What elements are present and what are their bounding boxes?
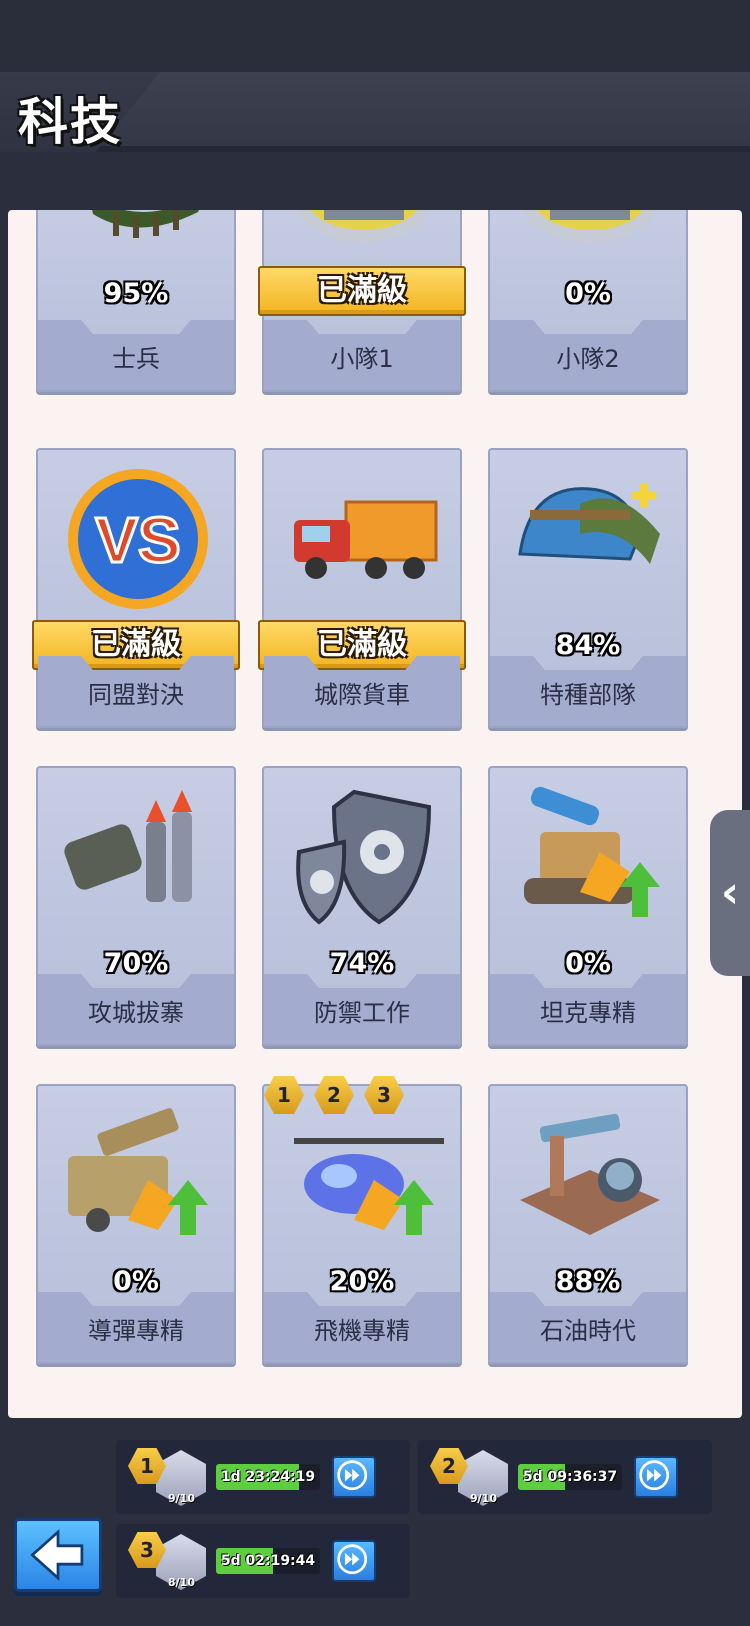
- queue-timer: 1d 23:24:19: [216, 1464, 320, 1490]
- progress-percent: 95%: [103, 278, 169, 309]
- cargo-truck-icon: [294, 500, 438, 579]
- page-title: 科技: [18, 93, 122, 151]
- card-name: 小隊2: [556, 345, 620, 373]
- back-arrow-icon: [30, 1528, 84, 1582]
- card-name: 同盟對決: [88, 681, 184, 709]
- chevron-left-icon: ‹: [720, 867, 740, 918]
- title-bar: 科技: [0, 72, 750, 152]
- vs-icon: VS: [68, 469, 208, 609]
- card-name: 攻城拔寨: [88, 999, 184, 1027]
- missiles-icon: [64, 790, 192, 902]
- speedup-button[interactable]: [634, 1456, 678, 1498]
- top-bar: [0, 0, 750, 72]
- queue-count: 9/10: [470, 1492, 497, 1505]
- queue-slot-1: 1 9/10 1d 23:24:19: [116, 1440, 410, 1514]
- tech-card-special-forces[interactable]: 84% 特種部隊: [488, 448, 688, 728]
- tech-card-aircraft-mastery[interactable]: 20% 飛機專精: [262, 1084, 462, 1364]
- card-name: 石油時代: [540, 1317, 636, 1345]
- queue-count: 8/10: [168, 1576, 195, 1589]
- queue-timer: 5d 02:19:44: [216, 1548, 320, 1574]
- timer-text: 5d 09:36:37: [522, 1469, 618, 1485]
- card-name: 特種部隊: [540, 681, 636, 709]
- card-name: 防禦工作: [314, 999, 410, 1027]
- card-name: 導彈專精: [88, 1317, 184, 1345]
- card-name: 小隊1: [330, 345, 394, 373]
- tech-card-missile-mastery[interactable]: 0% 導彈專精: [36, 1084, 236, 1364]
- queue-slot-3: 3 8/10 5d 02:19:44: [116, 1524, 410, 1598]
- svg-text:VS: VS: [95, 504, 180, 576]
- tech-panel: 95% 士兵 已滿級 小隊1 0% 小隊2 VS 已滿級 同盟對決 已滿級 城際…: [8, 210, 742, 1418]
- speedup-button[interactable]: [332, 1540, 376, 1582]
- oil-pump-icon: [520, 1113, 660, 1235]
- tech-card-truck[interactable]: 已滿級 城際貨車: [258, 448, 466, 728]
- fast-forward-icon: [337, 1544, 368, 1575]
- fast-forward-icon: [337, 1460, 368, 1491]
- tech-card-soldier[interactable]: 95% 士兵: [36, 210, 236, 392]
- tech-card-defense[interactable]: 74% 防禦工作: [262, 766, 462, 1046]
- queue-slot-2: 2 9/10 5d 09:36:37: [418, 1440, 712, 1514]
- speedup-button[interactable]: [332, 1456, 376, 1498]
- tech-card-siege[interactable]: 70% 攻城拔寨: [36, 766, 236, 1046]
- tech-card-squad1[interactable]: 已滿級 小隊1: [258, 210, 466, 392]
- shield-gear-icon: [296, 789, 432, 925]
- maxed-banner: 已滿級: [258, 266, 466, 316]
- card-name: 士兵: [112, 345, 160, 373]
- missile-launcher-upgrade-icon: [68, 1108, 208, 1235]
- card-name: 城際貨車: [314, 681, 410, 709]
- helicopter-upgrade-icon: [294, 1138, 444, 1235]
- tank-upgrade-icon: [524, 786, 660, 917]
- fast-forward-icon: [639, 1460, 670, 1491]
- tech-card-alliance[interactable]: VS 已滿級 同盟對決: [32, 448, 240, 728]
- queue-timer: 5d 09:36:37: [518, 1464, 622, 1490]
- helmet-icon: [518, 484, 660, 564]
- timer-text: 5d 02:19:44: [220, 1553, 316, 1569]
- back-button[interactable]: [14, 1518, 102, 1592]
- side-drawer-tab[interactable]: ‹: [710, 810, 750, 976]
- tech-card-tank-mastery[interactable]: 0% 坦克專精: [488, 766, 688, 1046]
- tech-card-squad2[interactable]: 0% 小隊2: [488, 210, 688, 392]
- timer-text: 1d 23:24:19: [220, 1469, 316, 1485]
- card-name: 坦克專精: [540, 999, 636, 1027]
- progress-percent: 0%: [565, 278, 611, 309]
- tech-card-oil-age[interactable]: 88% 石油時代: [488, 1084, 688, 1364]
- card-name: 飛機專精: [314, 1317, 410, 1345]
- queue-count: 9/10: [168, 1492, 195, 1505]
